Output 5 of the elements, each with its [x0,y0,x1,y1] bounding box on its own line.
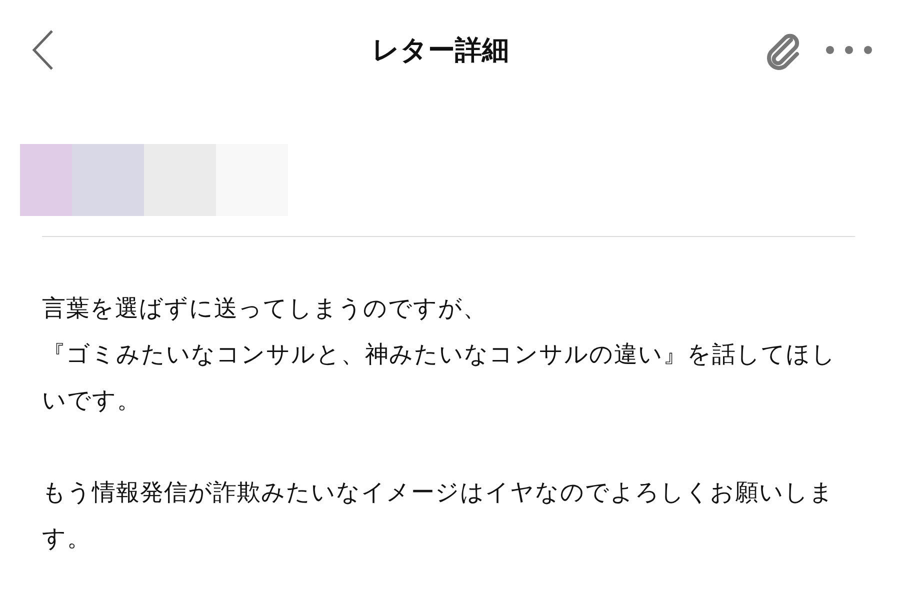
window-title: レター詳細 [371,34,510,68]
message-text: 『ゴミみたいなコンサルと、神みたいなコンサルの違い』を話してほしいです。 [42,339,837,416]
message-text: 言葉を選ばずに送ってしまうのですが、 [42,293,488,324]
more-icon[interactable] [825,45,873,55]
message-text: もう情報発信が詐欺みたいなイメージはイヤなのでよろしくお願いします。 [42,477,835,554]
